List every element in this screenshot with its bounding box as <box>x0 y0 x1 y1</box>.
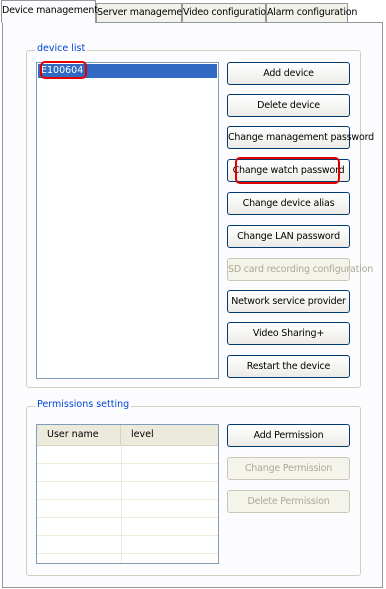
change-device-alias-button[interactable]: Change device alias <box>227 192 350 215</box>
tab-device-management[interactable]: Device management <box>1 0 98 23</box>
add-device-button[interactable]: Add device <box>227 62 350 85</box>
watch-password-highlight-marker <box>235 157 340 184</box>
row-divider <box>37 553 218 554</box>
video-sharing-button[interactable]: Video Sharing+ <box>227 322 350 345</box>
row-divider <box>37 463 218 464</box>
delete-device-button[interactable]: Delete device <box>227 94 350 117</box>
add-permission-button[interactable]: Add Permission <box>227 424 350 447</box>
change-lan-password-button[interactable]: Change LAN password <box>227 225 350 248</box>
delete-permission-button[interactable]: Delete Permission <box>227 490 350 513</box>
column-header-level[interactable]: level <box>121 425 218 445</box>
tab-alarm-configuration[interactable]: Alarm configuration <box>266 3 357 22</box>
row-divider <box>37 535 218 536</box>
permissions-legend: Permissions setting <box>35 399 132 410</box>
row-divider <box>37 481 218 482</box>
sd-card-recording-button[interactable]: SD card recording configuration <box>227 258 373 281</box>
tab-server-management[interactable]: Server management <box>96 3 192 22</box>
device-list-legend: device list <box>35 43 88 54</box>
column-header-user-name[interactable]: User name <box>37 425 121 445</box>
device-highlight-marker <box>40 61 87 79</box>
permissions-table[interactable]: User name level <box>36 424 219 564</box>
tab-video-configuration[interactable]: Video configuration <box>182 3 272 22</box>
row-divider <box>37 499 218 500</box>
table-header: User name level <box>37 425 218 446</box>
restart-device-button[interactable]: Restart the device <box>227 355 350 378</box>
change-permission-button[interactable]: Change Permission <box>227 457 350 480</box>
network-service-provider-button[interactable]: Network service provider <box>227 290 350 313</box>
row-divider <box>37 517 218 518</box>
change-management-password-button[interactable]: Change management password <box>227 126 374 149</box>
tab-bar: Device management Server management Vide… <box>0 0 386 23</box>
device-listbox[interactable]: E100604 <box>36 62 219 379</box>
